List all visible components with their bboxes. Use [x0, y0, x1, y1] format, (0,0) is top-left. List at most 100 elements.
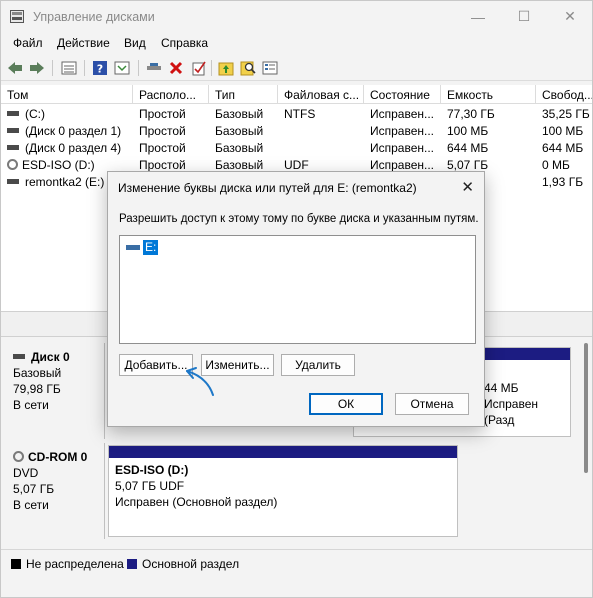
title-bar[interactable]: Управление дисками — ☐ ✕: [1, 1, 592, 32]
disk-name: Диск 0: [31, 350, 70, 364]
back-icon[interactable]: [5, 58, 25, 78]
disk-size: 5,07 ГБ: [13, 482, 55, 496]
add-button[interactable]: Добавить...: [119, 354, 193, 376]
cd-icon: [7, 159, 18, 171]
dialog-title: Изменение буквы диска или путей для E: (…: [118, 181, 417, 195]
disk-0-label[interactable]: Диск 0 Базовый 79,98 ГБ В сети: [5, 343, 105, 439]
column-header-capacity[interactable]: Емкость: [441, 85, 536, 104]
volume-name: ESD-ISO (D:): [22, 158, 95, 172]
volume-name: (Диск 0 раздел 1): [25, 124, 122, 138]
volume-icon: [7, 128, 19, 134]
volume-icon: [7, 145, 19, 151]
menu-view[interactable]: Вид: [124, 36, 146, 50]
close-button[interactable]: ✕: [547, 1, 592, 32]
toolbar-separator: [138, 60, 139, 76]
volume-type: Базовый: [215, 124, 264, 138]
volume-name: (Диск 0 раздел 4): [25, 141, 122, 155]
svg-text:?: ?: [97, 63, 103, 76]
partition-size: 44 МБ: [484, 381, 519, 395]
drive-path-list[interactable]: E:: [119, 235, 476, 344]
help-icon[interactable]: ?: [90, 58, 110, 78]
volume-capacity: 100 МБ: [447, 124, 489, 138]
cancel-button[interactable]: Отмена: [395, 393, 469, 415]
volume-layout: Простой: [139, 107, 186, 121]
volume-layout: Простой: [139, 141, 186, 155]
toolbar: ?: [1, 55, 592, 81]
change-drive-letter-dialog: Изменение буквы диска или путей для E: (…: [107, 171, 485, 427]
menu-file[interactable]: Файл: [13, 36, 43, 50]
column-header-filesystem[interactable]: Файловая с...: [278, 85, 364, 104]
legend-swatch-primary: [127, 559, 137, 569]
table-row[interactable]: (Диск 0 раздел 1): [1, 124, 133, 141]
volume-free: 1,93 ГБ: [542, 175, 584, 189]
volume-status: Исправен...: [370, 107, 435, 121]
disk-icon: [13, 354, 25, 360]
column-header-volume[interactable]: Том: [1, 85, 133, 104]
volume-filesystem: NTFS: [284, 107, 316, 121]
volume-status: Исправен...: [370, 141, 435, 155]
legend: Не распределена Основной раздел: [1, 549, 592, 575]
disk-name: CD-ROM 0: [28, 450, 88, 464]
volume-status: Исправен...: [370, 124, 435, 138]
volume-name: remontka2 (E:): [25, 175, 105, 189]
cdrom-0-partition[interactable]: ESD-ISO (D:) 5,07 ГБ UDF Исправен (Основ…: [108, 445, 458, 537]
remove-button[interactable]: Удалить: [281, 354, 355, 376]
table-row[interactable]: (C:): [1, 107, 133, 124]
partition-size: 5,07 ГБ UDF: [115, 479, 185, 493]
volume-name: (C:): [25, 107, 45, 121]
maximize-button[interactable]: ☐: [501, 1, 547, 32]
column-header-layout[interactable]: Располо...: [133, 85, 209, 104]
list-item[interactable]: E:: [126, 240, 159, 255]
legend-primary: Основной раздел: [142, 557, 240, 571]
volume-type: Базовый: [215, 141, 264, 155]
delete-icon[interactable]: [166, 58, 186, 78]
volume-free: 0 МБ: [542, 158, 570, 172]
ok-button[interactable]: ОК: [309, 393, 383, 415]
window-title: Управление дисками: [33, 10, 155, 24]
table-row[interactable]: (Диск 0 раздел 4): [1, 141, 133, 158]
up-folder-icon[interactable]: [216, 58, 236, 78]
menu-bar: Файл Действие Вид Справка: [1, 32, 592, 54]
refresh-icon[interactable]: [112, 58, 132, 78]
disk-type: DVD: [13, 466, 39, 480]
menu-action[interactable]: Действие: [57, 36, 110, 50]
list-icon[interactable]: [260, 58, 280, 78]
cdrom-0-label[interactable]: CD-ROM 0 DVD 5,07 ГБ В сети: [5, 443, 105, 539]
volume-type: Базовый: [215, 107, 264, 121]
volume-layout: Простой: [139, 124, 186, 138]
drive-letter: E:: [143, 240, 159, 255]
partition-label: ESD-ISO (D:): [115, 463, 189, 477]
menu-help[interactable]: Справка: [161, 36, 208, 50]
disk-status: В сети: [13, 498, 49, 512]
column-header-type[interactable]: Тип: [209, 85, 278, 104]
dialog-description: Разрешить доступ к этому тому по букве д…: [119, 213, 479, 225]
partition-bar: [109, 446, 457, 458]
forward-icon[interactable]: [27, 58, 47, 78]
volume-free: 35,25 ГБ: [542, 107, 590, 121]
dialog-close-icon[interactable]: ✕: [461, 178, 474, 196]
volume-icon: [7, 179, 19, 185]
check-icon[interactable]: [189, 58, 209, 78]
drive-icon: [126, 245, 140, 250]
scrollbar-thumb[interactable]: [584, 343, 588, 473]
legend-unallocated: Не распределена: [26, 557, 124, 571]
minimize-button[interactable]: —: [455, 1, 501, 32]
disk-management-icon: [10, 10, 24, 23]
disk-type: Базовый: [13, 366, 62, 380]
partition-status: Исправен (Основной раздел): [115, 495, 278, 509]
disk-size: 79,98 ГБ: [13, 382, 61, 396]
volume-capacity: 644 МБ: [447, 141, 489, 155]
cd-icon: [13, 451, 24, 463]
volume-capacity: 77,30 ГБ: [447, 107, 495, 121]
volume-free: 100 МБ: [542, 124, 584, 138]
toolbar-separator: [211, 60, 212, 76]
change-button[interactable]: Изменить...: [201, 354, 274, 376]
toolbar-separator: [84, 60, 85, 76]
column-header-free[interactable]: Свобод...: [536, 85, 592, 104]
search-icon[interactable]: [238, 58, 258, 78]
column-header-status[interactable]: Состояние: [364, 85, 441, 104]
vertical-scrollbar[interactable]: [580, 337, 592, 543]
legend-swatch-unallocated: [11, 559, 21, 569]
properties-icon[interactable]: [59, 58, 79, 78]
connect-icon[interactable]: [144, 58, 164, 78]
